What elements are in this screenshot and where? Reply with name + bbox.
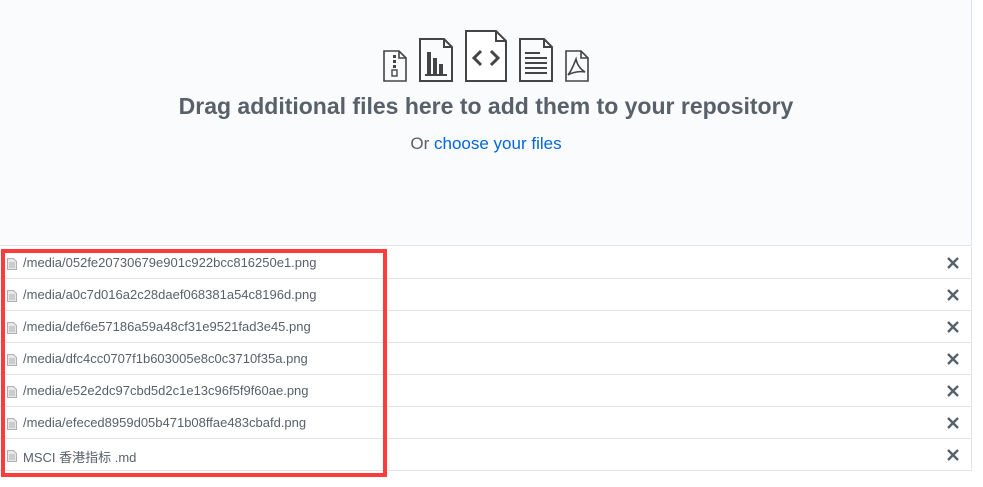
remove-file-icon[interactable] (946, 384, 960, 398)
file-name: MSCI 香港指标 .md (23, 450, 137, 465)
code-file-icon (464, 30, 508, 82)
file-icon (7, 385, 17, 398)
remove-file-icon[interactable] (946, 416, 960, 430)
file-dropzone[interactable]: Drag additional files here to add them t… (0, 0, 972, 246)
file-row: /media/e52e2dc97cbd5d2c1e13c96f5f9f60ae.… (0, 375, 971, 407)
file-icon (7, 321, 17, 334)
file-icon (7, 417, 17, 430)
pdf-file-icon (564, 50, 590, 82)
remove-file-icon[interactable] (946, 288, 960, 302)
file-row: /media/052fe20730679e901c922bcc816250e1.… (0, 247, 971, 279)
file-name: /media/e52e2dc97cbd5d2c1e13c96f5f9f60ae.… (23, 383, 309, 398)
remove-file-icon[interactable] (946, 352, 960, 366)
remove-file-icon[interactable] (946, 256, 960, 270)
remove-file-icon[interactable] (946, 448, 960, 462)
dropzone-subline: Or choose your files (0, 134, 972, 154)
zip-file-icon (382, 50, 408, 82)
subline-prefix: Or (410, 134, 435, 153)
file-row: /media/a0c7d016a2c28daef068381a54c8196d.… (0, 279, 971, 311)
file-name: /media/a0c7d016a2c28daef068381a54c8196d.… (23, 287, 317, 302)
file-type-icons (0, 30, 972, 82)
uploaded-file-list: /media/052fe20730679e901c922bcc816250e1.… (0, 247, 972, 471)
text-file-icon (518, 38, 554, 82)
file-icon (7, 257, 17, 270)
file-name: /media/052fe20730679e901c922bcc816250e1.… (23, 255, 317, 270)
remove-file-icon[interactable] (946, 320, 960, 334)
file-icon (7, 353, 17, 366)
file-name: /media/dfc4cc0707f1b603005e8c0c3710f35a.… (23, 351, 308, 366)
file-row: /media/efeced8959d05b471b08ffae483cbafd.… (0, 407, 971, 439)
dropzone-headline: Drag additional files here to add them t… (178, 93, 794, 119)
file-name: /media/def6e57186a59a48cf31e9521fad3e45.… (23, 319, 311, 334)
file-name: /media/efeced8959d05b471b08ffae483cbafd.… (23, 415, 307, 430)
file-row: MSCI 香港指标 .md (0, 439, 971, 471)
file-icon (7, 289, 17, 302)
chart-file-icon (418, 38, 454, 82)
file-icon (7, 449, 17, 462)
file-row: /media/dfc4cc0707f1b603005e8c0c3710f35a.… (0, 343, 971, 375)
file-row: /media/def6e57186a59a48cf31e9521fad3e45.… (0, 311, 971, 343)
choose-files-link[interactable]: choose your files (434, 134, 562, 153)
